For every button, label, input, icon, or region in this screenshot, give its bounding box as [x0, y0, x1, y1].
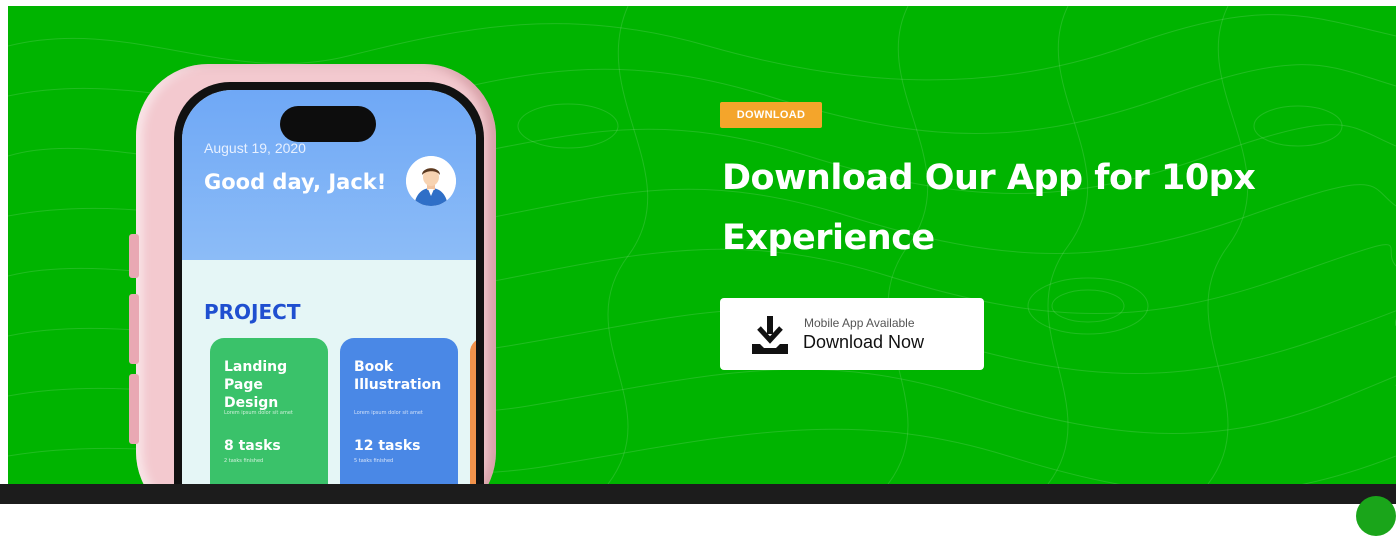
project-card: Landing Page Design Lorem ipsum dolor si…	[210, 338, 328, 484]
footer-strip	[0, 484, 1396, 504]
card-desc: Lorem ipsum dolor sit amet	[354, 410, 423, 416]
screen-date: August 19, 2020	[204, 140, 306, 156]
screen-greeting: Good day, Jack!	[204, 170, 387, 194]
banner-headline: Download Our App for 10px Experience	[722, 148, 1322, 268]
card-tasks: 12 tasks	[354, 438, 421, 454]
card-finished: 2 tasks finished	[224, 458, 264, 464]
phone-side-button	[129, 294, 139, 364]
dynamic-island	[280, 106, 376, 142]
avatar	[406, 156, 456, 206]
phone-side-button	[129, 234, 139, 278]
project-card: Book Illustration Lorem ipsum dolor sit …	[340, 338, 458, 484]
section-title: PROJECT	[204, 300, 301, 324]
download-sub-label: Mobile App Available	[804, 316, 915, 330]
card-desc: Lorem ipsum dolor sit amet	[224, 410, 293, 416]
download-tag: DOWNLOAD	[720, 102, 822, 128]
headline-line-2: Experience	[722, 218, 935, 258]
project-card: P D 8	[470, 338, 476, 484]
scroll-top-button[interactable]	[1356, 496, 1396, 536]
phone-screen: August 19, 2020 Good day, Jack! PROJECT …	[174, 82, 484, 484]
card-tasks: 8 tasks	[224, 438, 281, 454]
card-title: Landing Page Design	[224, 359, 288, 411]
download-icon	[752, 316, 788, 354]
app-download-banner: August 19, 2020 Good day, Jack! PROJECT …	[8, 6, 1396, 484]
headline-line-1: Download Our App for 10px	[722, 158, 1256, 198]
phone-side-button	[129, 374, 139, 444]
download-main-label: Download Now	[803, 332, 925, 352]
card-finished: 5 tasks finished	[354, 458, 394, 464]
download-now-button[interactable]: Mobile App Available Download Now	[720, 298, 984, 370]
card-title: Book Illustration	[354, 359, 442, 393]
phone-mockup: August 19, 2020 Good day, Jack! PROJECT …	[129, 64, 496, 484]
